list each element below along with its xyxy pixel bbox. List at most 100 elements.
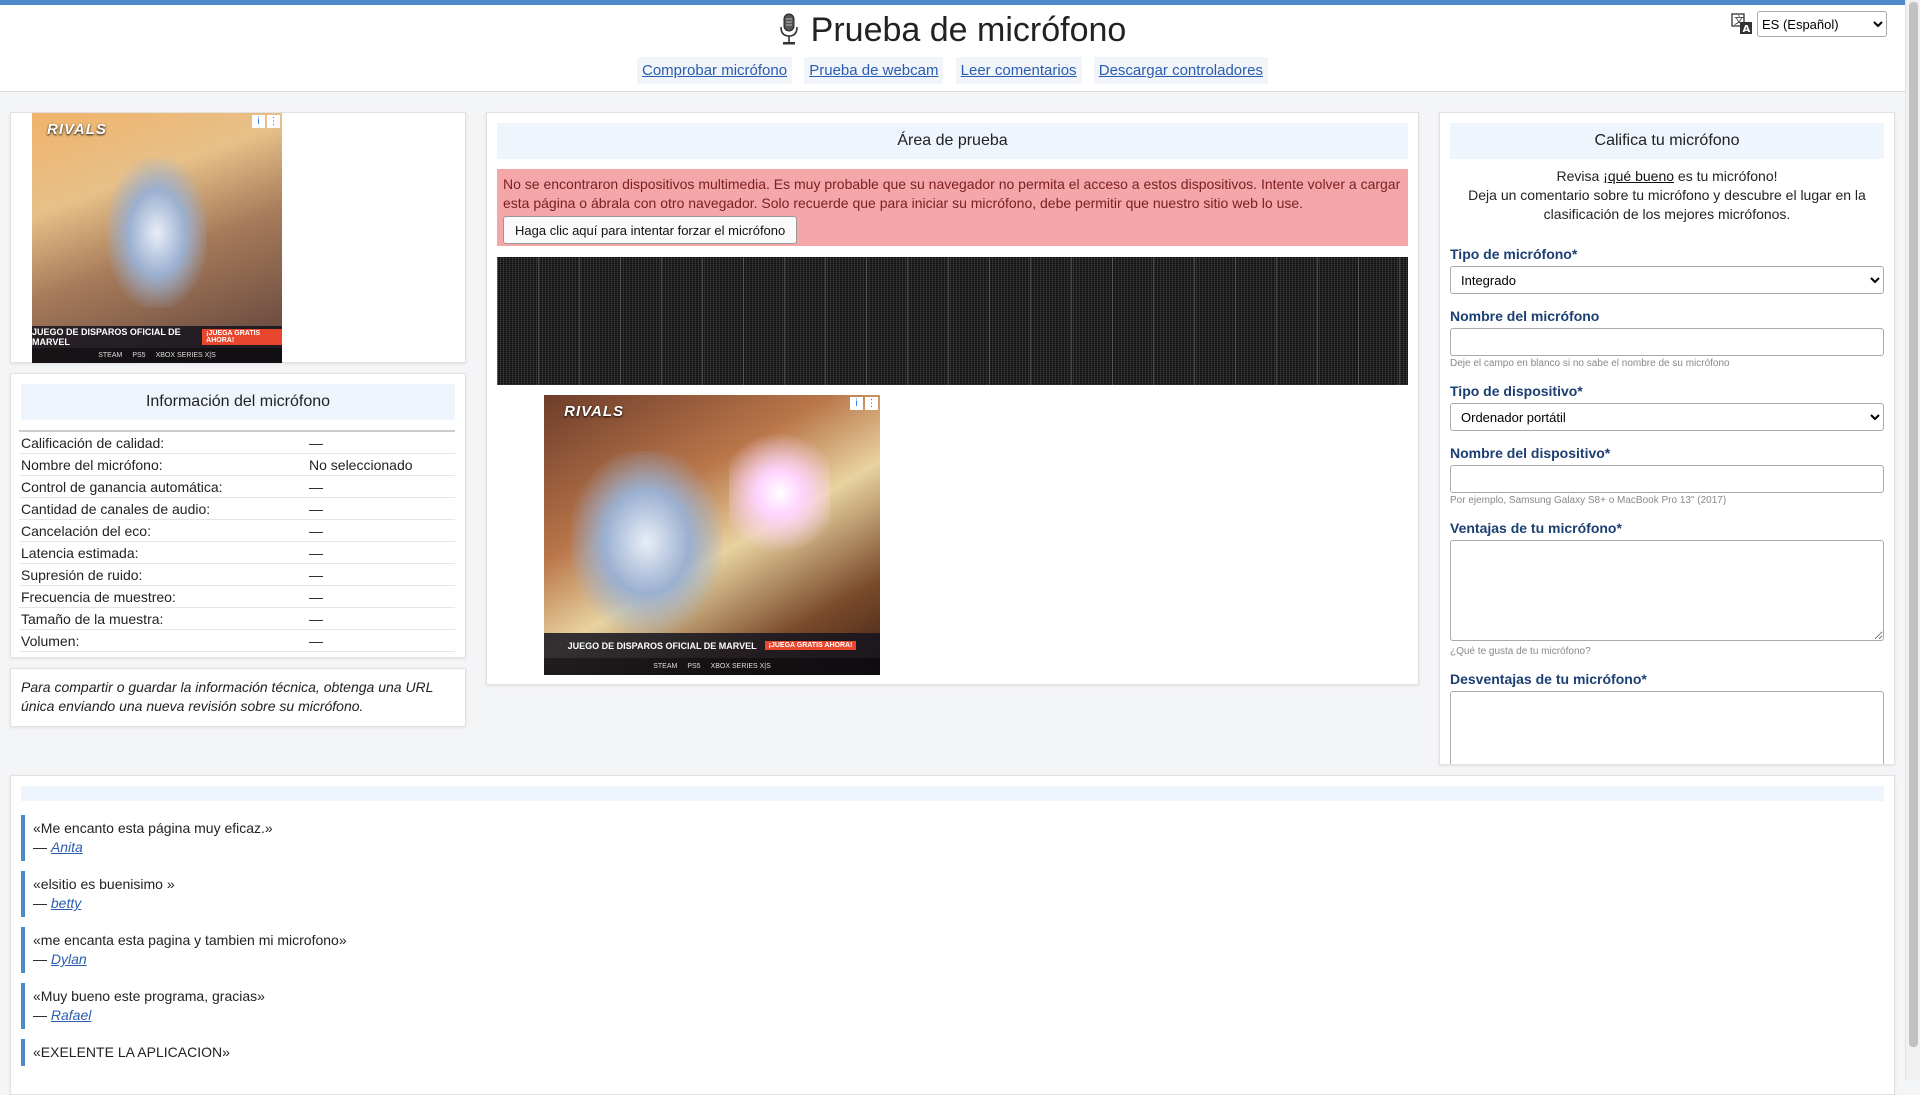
device-name-input[interactable] bbox=[1450, 465, 1884, 493]
cons-textarea[interactable] bbox=[1450, 691, 1884, 764]
main-nav: Comprobar micrófono Prueba de webcam Lee… bbox=[0, 57, 1905, 84]
comment-author-line: — Dylan bbox=[33, 951, 87, 967]
mic-info-label: Tamaño de la muestra: bbox=[19, 607, 307, 630]
device-type-select[interactable]: Ordenador portátil bbox=[1450, 403, 1884, 431]
test-area-panel: Área de prueba No se encontraron disposi… bbox=[486, 112, 1419, 685]
nav-check-microphone[interactable]: Comprobar micrófono bbox=[637, 57, 793, 84]
mic-info-row: Volumen: — bbox=[19, 629, 455, 652]
pros-label: Ventajas de tu micrófono* bbox=[1450, 520, 1622, 536]
intro-prefix: Revisa bbox=[1556, 168, 1604, 184]
mic-info-row: Tamaño de la muestra: — bbox=[19, 607, 455, 630]
scrollbar-thumb[interactable] bbox=[1909, 2, 1918, 1047]
mic-info-value: — bbox=[307, 475, 455, 498]
mic-name-label: Nombre del micrófono bbox=[1450, 308, 1600, 324]
ad-platform: PS5 bbox=[132, 352, 146, 359]
mic-info-label: Calificación de calidad: bbox=[19, 430, 307, 454]
rate-mic-panel: Califica tu micrófono Revisa ¡qué bueno … bbox=[1439, 112, 1895, 765]
language-switcher: 文 A ES (Español) bbox=[1731, 11, 1887, 37]
ad-platform: STEAM bbox=[653, 663, 678, 671]
ad-hero-art bbox=[107, 158, 207, 308]
share-note: Para compartir o guardar la información … bbox=[21, 679, 434, 714]
how-good-link[interactable]: ¡qué bueno bbox=[1603, 168, 1674, 184]
comment-item: «Muy bueno este programa, gracias» — Rafa… bbox=[21, 983, 1894, 1029]
comment-author-link[interactable]: Anita bbox=[51, 839, 83, 855]
ad-banner: JUEGO DE DISPAROS OFICIAL DE MARVEL ¡JUE… bbox=[32, 325, 282, 348]
comment-item: «Me encanto esta página muy eficaz.» — An… bbox=[21, 815, 1894, 861]
comment-author-link[interactable]: Dylan bbox=[51, 951, 87, 967]
mic-info-value: — bbox=[307, 430, 455, 454]
ad-banner: JUEGO DE DISPAROS OFICIAL DE MARVEL ¡JUE… bbox=[544, 633, 880, 659]
no-devices-alert: No se encontraron dispositivos multimedi… bbox=[497, 169, 1408, 246]
comment-author-link[interactable]: Rafael bbox=[51, 1007, 91, 1023]
cons-label: Desventajas de tu micrófono* bbox=[1450, 671, 1647, 687]
audio-visualizer bbox=[497, 257, 1408, 385]
comment-text: «me encanta esta pagina y tambien mi mic… bbox=[33, 932, 347, 948]
mic-info-label: Latencia estimada: bbox=[19, 541, 307, 564]
mic-name-input[interactable] bbox=[1450, 328, 1884, 356]
mic-info-panel: Información del micrófono Calificación d… bbox=[10, 373, 466, 658]
mic-info-value: No seleccionado bbox=[307, 453, 455, 476]
mic-info-row: Cancelación del eco: — bbox=[19, 519, 455, 542]
comment-text: «EXELENTE LA APLICACION» bbox=[33, 1044, 230, 1060]
language-select[interactable]: ES (Español) bbox=[1757, 11, 1887, 37]
comments-header-bar bbox=[21, 786, 1884, 801]
device-name-label: Nombre del dispositivo* bbox=[1450, 445, 1611, 461]
mic-info-row: Supresión de ruido: — bbox=[19, 563, 455, 586]
comment-author-link[interactable]: betty bbox=[51, 895, 81, 911]
share-note-panel: Para compartir o guardar la información … bbox=[10, 668, 466, 727]
mic-info-value: — bbox=[307, 541, 455, 564]
site-header: Prueba de micrófono Comprobar micrófono … bbox=[0, 5, 1905, 92]
mic-info-label: Nombre del micrófono: bbox=[19, 453, 307, 476]
ad-choices: i ⋮ bbox=[252, 115, 280, 128]
ad-menu-icon[interactable]: ⋮ bbox=[865, 397, 878, 410]
ad-logo: RIVALS bbox=[47, 120, 107, 138]
mic-info-value: — bbox=[307, 497, 455, 520]
microphone-icon bbox=[779, 13, 799, 54]
ad-logo: RIVALS bbox=[564, 403, 625, 421]
mic-info-label: Control de ganancia automática: bbox=[19, 475, 307, 498]
mic-info-value: — bbox=[307, 629, 455, 652]
comment-author-line: — Rafael bbox=[33, 1007, 92, 1023]
ad-info-icon[interactable]: i bbox=[850, 397, 863, 410]
ad-menu-icon[interactable]: ⋮ bbox=[267, 115, 280, 128]
ad-platforms: STEAM PS5 XBOX SERIES X|S bbox=[32, 348, 282, 363]
ad-banner-tag: ¡JUEGA GRATIS AHORA! bbox=[764, 641, 857, 651]
comment-author-line: — betty bbox=[33, 895, 82, 911]
page-scrollbar[interactable] bbox=[1905, 0, 1920, 1080]
rate-mic-title: Califica tu micrófono bbox=[1450, 123, 1884, 159]
ad-banner-text: JUEGO DE DISPAROS OFICIAL DE MARVEL bbox=[32, 326, 181, 347]
nav-webcam-test[interactable]: Prueba de webcam bbox=[804, 57, 944, 84]
comment-text: «Muy bueno este programa, gracias» bbox=[33, 988, 265, 1004]
nav-download-drivers[interactable]: Descargar controladores bbox=[1093, 57, 1268, 84]
ad-info-icon[interactable]: i bbox=[252, 115, 265, 128]
review-form: Revisa ¡qué bueno es tu micrófono! Deja … bbox=[1440, 167, 1894, 764]
mic-info-row: Frecuencia de muestreo: — bbox=[19, 585, 455, 608]
ad-banner-tag: ¡JUEGA GRATIS AHORA! bbox=[202, 328, 282, 345]
rate-intro: Revisa ¡qué bueno es tu micrófono! Deja … bbox=[1450, 167, 1884, 224]
pros-textarea[interactable] bbox=[1450, 540, 1884, 641]
advertisement-center[interactable]: RIVALS JUEGO DE DISPAROS OFICIAL DE MARV… bbox=[544, 395, 880, 675]
ad-platform: PS5 bbox=[687, 663, 701, 671]
svg-text:A: A bbox=[1743, 24, 1751, 35]
mic-info-row: Cantidad de canales de audio: — bbox=[19, 497, 455, 520]
page-title: Prueba de micrófono bbox=[0, 11, 1905, 54]
device-name-hint: Por ejemplo, Samsung Galaxy S8+ o MacBoo… bbox=[1450, 495, 1727, 506]
mic-info-row: Nombre del micrófono: No seleccionado bbox=[19, 453, 455, 476]
nav-read-comments[interactable]: Leer comentarios bbox=[955, 57, 1082, 84]
ad-platform: XBOX SERIES X|S bbox=[710, 663, 771, 671]
mic-info-value: — bbox=[307, 563, 455, 586]
device-type-label: Tipo de dispositivo* bbox=[1450, 383, 1583, 399]
mic-type-select[interactable]: Integrado bbox=[1450, 266, 1884, 294]
ad-flash-art bbox=[728, 423, 830, 563]
pros-hint: ¿Qué te gusta de tu micrófono? bbox=[1450, 646, 1591, 657]
comment-item: «me encanta esta pagina y tambien mi mic… bbox=[21, 927, 1894, 973]
test-area-title: Área de prueba bbox=[497, 123, 1408, 159]
intro-line2: Deja un comentario sobre tu micrófono y … bbox=[1468, 187, 1866, 222]
force-microphone-button[interactable]: Haga clic aquí para intentar forzar el m… bbox=[503, 216, 798, 244]
mic-info-label: Cantidad de canales de audio: bbox=[19, 497, 307, 520]
comment-text: «elsitio es buenisimo » bbox=[33, 876, 175, 892]
advertisement-left[interactable]: RIVALS JUEGO DE DISPAROS OFICIAL DE MARV… bbox=[32, 113, 282, 363]
ad-platform: STEAM bbox=[98, 352, 123, 359]
comment-item: «elsitio es buenisimo » — betty bbox=[21, 871, 1894, 917]
mic-info-value: — bbox=[307, 607, 455, 630]
